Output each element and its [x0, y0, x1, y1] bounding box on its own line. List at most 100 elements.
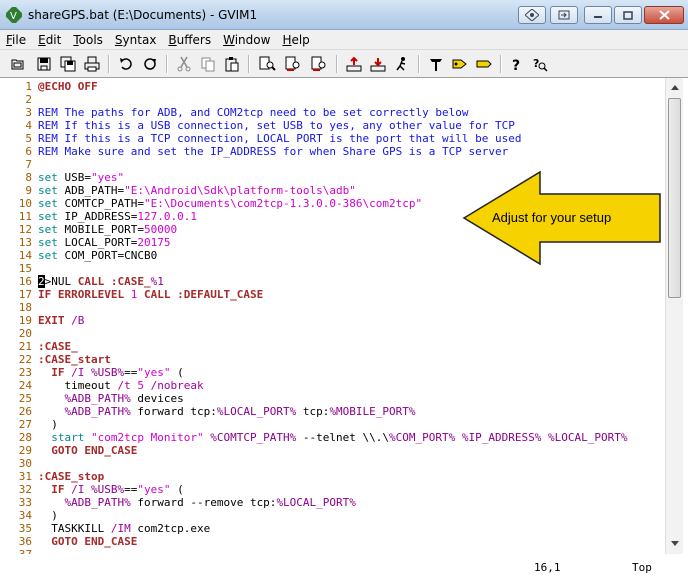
menu-window[interactable]: Window: [217, 30, 276, 48]
code-line[interactable]: 14 set COM_PORT=CNCB0: [0, 249, 157, 262]
code-line[interactable]: 21:CASE_: [0, 340, 78, 353]
help-icon[interactable]: ?: [506, 54, 526, 74]
code-line[interactable]: 22:CASE_start: [0, 353, 111, 366]
open-icon[interactable]: [8, 54, 28, 74]
code-line[interactable]: 3 REM The paths for ADB, and COM2tcp need…: [0, 106, 468, 119]
redo-icon[interactable]: [140, 54, 160, 74]
code-line[interactable]: 15: [0, 262, 32, 275]
code-line[interactable]: 19 EXIT /B: [0, 314, 85, 327]
code-line[interactable]: 24 timeout /t 5 /nobreak: [0, 379, 204, 392]
code-line[interactable]: 13 set LOCAL_PORT=20175: [0, 236, 171, 249]
code-line[interactable]: 25 %ADB_PATH% devices: [0, 392, 184, 405]
menu-help[interactable]: Help: [276, 30, 315, 48]
code-line[interactable]: 36 GOTO END_CASE: [0, 535, 138, 548]
line-number: 32: [18, 483, 32, 496]
find-prev-icon[interactable]: [310, 54, 330, 74]
scrollbar-thumb[interactable]: [668, 98, 681, 298]
code-line[interactable]: 18: [0, 301, 32, 314]
scroll-down-button[interactable]: [667, 535, 683, 552]
code-token: IF: [51, 483, 65, 496]
menu-file[interactable]: File: [0, 30, 32, 48]
extra-window-button[interactable]: [518, 6, 546, 24]
minimize-icon: [594, 16, 602, 18]
save-all-icon[interactable]: [58, 54, 78, 74]
code-token: CALL: [77, 275, 105, 288]
menu-buffers[interactable]: Buffers: [162, 30, 217, 48]
code-line[interactable]: 12 set MOBILE_PORT=50000: [0, 223, 177, 236]
undo-icon[interactable]: [116, 54, 136, 74]
code-token: (: [170, 366, 184, 379]
maximize-button[interactable]: [614, 6, 642, 24]
line-number: 8: [25, 171, 32, 184]
menu-edit[interactable]: Edit: [32, 30, 67, 48]
close-button[interactable]: [644, 6, 684, 24]
code-token: REM The paths for ADB, and COM2tcp need …: [38, 106, 469, 119]
copy-icon[interactable]: [198, 54, 218, 74]
scroll-up-button[interactable]: [667, 79, 683, 96]
code-line[interactable]: 6 REM Make sure and set the IP_ADDRESS fo…: [0, 145, 508, 158]
close-icon: [658, 10, 670, 20]
code-line[interactable]: 1 @ECHO OFF: [0, 80, 97, 93]
code-line[interactable]: 10 set COMTCP_PATH="E:\Documents\com2tcp-…: [0, 197, 422, 210]
line-number: 21: [18, 340, 32, 353]
jump-back-icon[interactable]: [474, 54, 494, 74]
code-token: ==: [124, 483, 138, 496]
find-replace-icon[interactable]: [258, 54, 278, 74]
menu-tools[interactable]: Tools: [67, 30, 109, 48]
send-to-icon: [558, 10, 570, 20]
code-line[interactable]: 31:CASE_stop: [0, 470, 104, 483]
save-session-icon[interactable]: [368, 54, 388, 74]
code-token: tcp:: [296, 405, 330, 418]
code-line[interactable]: 28 start "com2tcp Monitor" %COMTCP_PATH%…: [0, 431, 628, 444]
code-line[interactable]: 7: [0, 158, 32, 171]
code-line[interactable]: 35 TASKKILL /IM com2tcp.exe: [0, 522, 210, 535]
code-line[interactable]: 33 %ADB_PATH% forward --remove tcp:%LOCA…: [0, 496, 356, 509]
find-help-icon[interactable]: ?: [530, 54, 550, 74]
menu-bar: File Edit Tools Syntax Buffers Window Help: [0, 30, 688, 50]
code-line[interactable]: 27 ): [0, 418, 58, 431]
line-number: 2: [25, 93, 32, 106]
code-line[interactable]: 32 IF /I %USB%=="yes" (: [0, 483, 184, 496]
gvim-app-icon[interactable]: V: [6, 7, 22, 23]
code-token: END_CASE: [84, 444, 138, 457]
code-line[interactable]: 29 GOTO END_CASE: [0, 444, 138, 457]
line-number: 19: [18, 314, 32, 327]
code-token: GOTO: [51, 535, 78, 548]
run-script-icon[interactable]: [392, 54, 412, 74]
load-session-icon[interactable]: [344, 54, 364, 74]
make-icon[interactable]: [426, 54, 446, 74]
code-line[interactable]: 16 2>NUL CALL :CASE_%1: [0, 275, 164, 288]
vertical-scrollbar[interactable]: [665, 78, 683, 554]
code-line[interactable]: 30: [0, 457, 32, 470]
code-line[interactable]: 2: [0, 93, 32, 106]
line-number: 20: [18, 327, 32, 340]
code-line[interactable]: 9 set ADB_PATH="E:\Android\Sdk\platform-t…: [0, 184, 356, 197]
extra-window-button-2[interactable]: [550, 6, 578, 24]
code-line[interactable]: 4 REM If this is a USB connection, set US…: [0, 119, 514, 132]
code-token: 5: [137, 379, 144, 392]
window-title: shareGPS.bat (E:\Documents) - GVIM1: [28, 8, 258, 22]
save-icon[interactable]: [34, 54, 54, 74]
code-token: set: [38, 197, 65, 210]
code-token: REM If this is a TCP connection, LOCAL P…: [38, 132, 522, 145]
code-line[interactable]: 26 %ADB_PATH% forward tcp:%LOCAL_PORT% t…: [0, 405, 416, 418]
minimize-button[interactable]: [584, 6, 612, 24]
find-next-icon[interactable]: [284, 54, 304, 74]
code-line[interactable]: 23 IF /I %USB%=="yes" (: [0, 366, 184, 379]
tag-icon[interactable]: [450, 54, 470, 74]
code-line[interactable]: 11 set IP_ADDRESS=127.0.0.1: [0, 210, 197, 223]
menu-syntax[interactable]: Syntax: [109, 30, 163, 48]
code-line[interactable]: 34 ): [0, 509, 58, 522]
print-icon[interactable]: [82, 54, 102, 74]
code-line[interactable]: 8 set USB="yes": [0, 171, 124, 184]
code-line[interactable]: 5 REM If this is a TCP connection, LOCAL …: [0, 132, 521, 145]
paste-icon[interactable]: [222, 54, 242, 74]
code-line[interactable]: 20: [0, 327, 32, 340]
editor-text-area[interactable]: 1 @ECHO OFF 2 3 REM The paths for ADB, and C…: [0, 78, 665, 554]
code-token: start: [38, 431, 91, 444]
cut-icon[interactable]: [174, 54, 194, 74]
code-line[interactable]: 17 IF ERRORLEVEL 1 CALL :DEFAULT_CASE: [0, 288, 263, 301]
